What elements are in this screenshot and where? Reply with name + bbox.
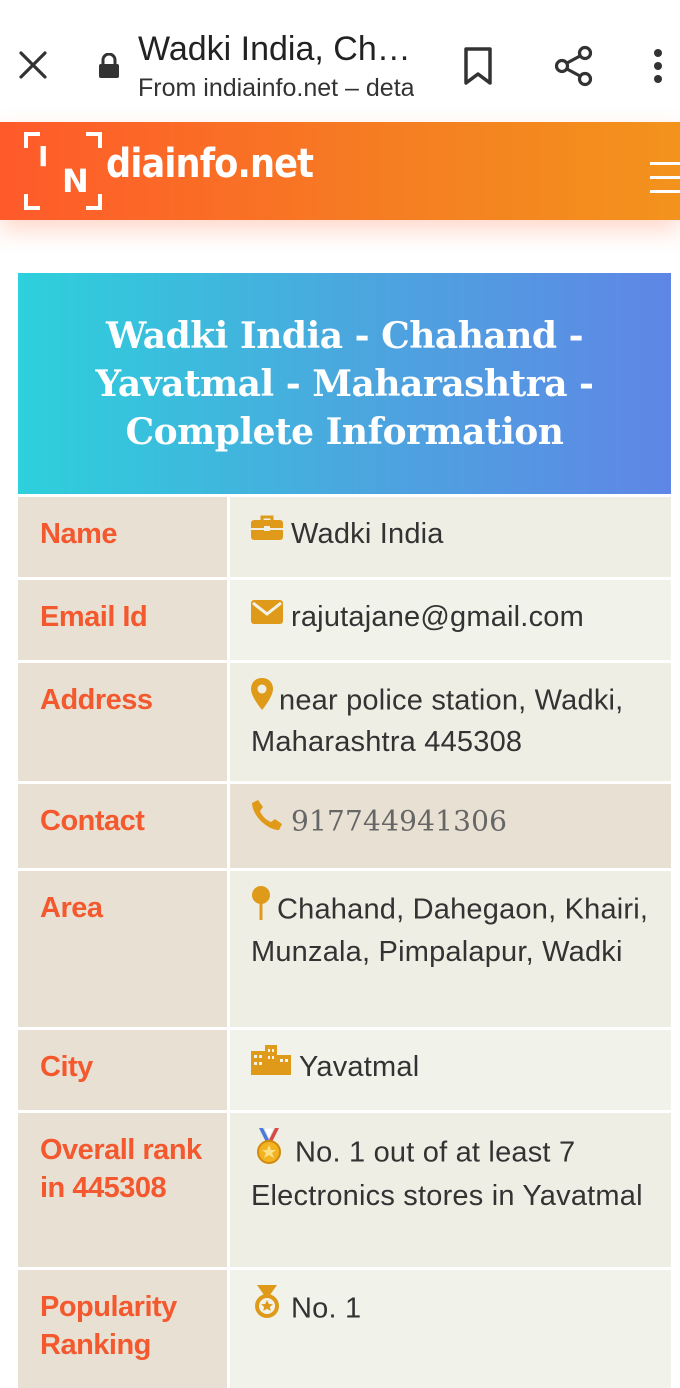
medal-icon xyxy=(251,1127,287,1174)
logo-i: I xyxy=(38,140,49,173)
site-logo[interactable]: I N diainfo.net xyxy=(24,130,341,212)
row-value: No. 1 xyxy=(227,1270,671,1388)
overall-rank-text: No. 1 out of at least 7 Electronics stor… xyxy=(251,1136,643,1212)
logo-text: diainfo.net xyxy=(106,141,314,187)
address-text: near police station, Wadki, Maharashtra … xyxy=(251,684,624,758)
site-header: I N diainfo.net xyxy=(0,122,680,220)
popularity-text: No. 1 xyxy=(291,1292,362,1325)
email-link[interactable]: rajutajane@gmail.com xyxy=(291,601,584,633)
page-url[interactable]: From indiainfo.net – details xyxy=(138,74,414,103)
row-label: Name xyxy=(18,497,227,577)
row-value: near police station, Wadki, Maharashtra … xyxy=(227,663,671,781)
info-row-address: Address near police station, Wadki, Maha… xyxy=(18,660,671,781)
city-icon xyxy=(251,1045,291,1085)
row-label: Area xyxy=(18,871,227,1027)
close-icon[interactable] xyxy=(10,40,56,90)
phone-link[interactable]: 917744941306 xyxy=(291,805,507,838)
row-label: Contact xyxy=(18,784,227,868)
award-icon xyxy=(251,1285,283,1329)
info-row-overall-rank: Overall rank in 445308 No. 1 out of at l… xyxy=(18,1110,671,1267)
info-row-popularity: Popularity Ranking No. 1 xyxy=(18,1267,671,1388)
lock-icon xyxy=(96,52,122,80)
map-marker-icon xyxy=(251,678,273,720)
info-row-email: Email Id rajutajane@gmail.com xyxy=(18,577,671,660)
logo-n: N xyxy=(62,162,89,200)
card-header: Wadki India - Chahand - Yavatmal - Mahar… xyxy=(18,273,671,494)
info-row-contact: Contact 917744941306 xyxy=(18,781,671,868)
info-row-city: City Yavatmal xyxy=(18,1027,671,1110)
city-text: Yavatmal xyxy=(299,1051,420,1083)
page-title[interactable]: Wadki India, Chahand - Yavatmal xyxy=(138,30,418,69)
row-value: Yavatmal xyxy=(227,1030,671,1110)
row-label: Address xyxy=(18,663,227,781)
envelope-icon xyxy=(251,596,283,634)
row-value: 917744941306 xyxy=(227,784,671,868)
row-label: City xyxy=(18,1030,227,1110)
pin-icon xyxy=(251,886,271,930)
browser-toolbar: Wadki India, Chahand - Yavatmal From ind… xyxy=(0,0,680,122)
phone-icon xyxy=(251,799,283,841)
row-value: rajutajane@gmail.com xyxy=(227,580,671,660)
row-label: Email Id xyxy=(18,580,227,660)
card-title: Wadki India - Chahand - Yavatmal - Mahar… xyxy=(95,314,594,453)
logo-mark: I N xyxy=(24,132,102,210)
row-value: Chahand, Dahegaon, Khairi, Munzala, Pimp… xyxy=(227,871,671,1027)
bookmark-icon[interactable] xyxy=(452,40,504,92)
info-row-area: Area Chahand, Dahegaon, Khairi, Munzala,… xyxy=(18,868,671,1027)
hamburger-menu-icon[interactable] xyxy=(646,156,680,198)
share-icon[interactable] xyxy=(548,40,600,92)
row-value: Wadki India xyxy=(227,497,671,577)
row-label: Overall rank in 445308 xyxy=(18,1113,227,1267)
info-row-name: Name Wadki India xyxy=(18,494,671,577)
area-text: Chahand, Dahegaon, Khairi, Munzala, Pimp… xyxy=(251,893,649,968)
row-label: Popularity Ranking xyxy=(18,1270,227,1388)
row-value: No. 1 out of at least 7 Electronics stor… xyxy=(227,1113,671,1267)
business-name: Wadki India xyxy=(291,518,444,550)
briefcase-icon xyxy=(251,513,283,551)
more-vert-icon[interactable] xyxy=(638,40,678,92)
info-card: Wadki India - Chahand - Yavatmal - Mahar… xyxy=(18,273,671,1388)
